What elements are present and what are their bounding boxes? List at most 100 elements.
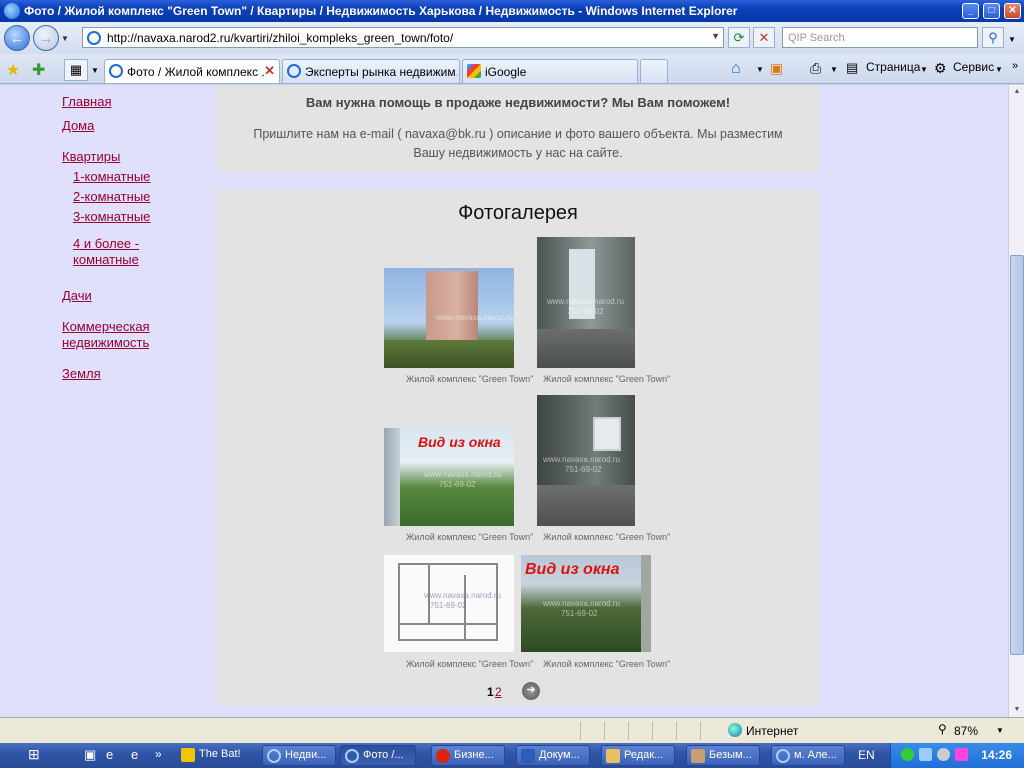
photo-caption: Жилой комплекс "Green Town" xyxy=(406,532,534,542)
quicklaunch-ie-icon[interactable]: e xyxy=(106,747,113,762)
internet-zone-icon xyxy=(728,723,742,737)
ie-icon xyxy=(267,749,281,763)
gallery-photo-5-floor-plan[interactable]: www.navaxa.narod.ru 751-69-02 xyxy=(384,555,514,652)
gallery-photo-1[interactable]: www.navaxa.narod.ru xyxy=(384,268,514,368)
scrollbar-thumb[interactable] xyxy=(1010,255,1024,655)
promo-line-1: Пришлите нам на e-mail ( navaxa@bk.ru ) … xyxy=(253,127,783,141)
sidebar-item-2-room[interactable]: 2-комнатные xyxy=(73,189,150,205)
tab-igoogle[interactable]: iGoogle xyxy=(462,59,638,83)
language-indicator[interactable]: EN xyxy=(858,748,875,762)
history-dropdown-icon[interactable]: ▼ xyxy=(61,34,69,43)
next-page-arrow-icon[interactable]: ➜ xyxy=(522,682,540,700)
promo-heading: Вам нужна помощь в продаже недвижимости?… xyxy=(305,95,731,110)
sidebar-item-3-room[interactable]: 3-комнатные xyxy=(73,209,150,225)
search-icon[interactable]: ⚲ xyxy=(982,27,1004,48)
sidebar-item-houses[interactable]: Дома xyxy=(62,118,94,134)
feeds-icon[interactable]: ▣ xyxy=(770,60,783,77)
promo-line-2: Вашу недвижимость у нас на сайте. xyxy=(413,146,623,160)
scroll-up-icon[interactable]: ▲ xyxy=(1010,85,1024,99)
scroll-down-icon[interactable]: ▼ xyxy=(1010,703,1024,717)
toolbar-overflow-icon[interactable]: » xyxy=(1012,60,1018,72)
tray-flower-icon[interactable] xyxy=(901,748,914,761)
sidebar-item-commercial-cont[interactable]: недвижимость xyxy=(62,335,149,351)
tools-dropdown-icon[interactable]: ▼ xyxy=(995,65,1003,74)
quicklaunch-browser-icon[interactable]: e xyxy=(131,747,138,762)
tools-menu[interactable]: Сервис xyxy=(953,60,994,74)
zoom-level[interactable]: 87% xyxy=(954,724,978,738)
sidebar-item-commercial[interactable]: Коммерческая xyxy=(62,319,150,335)
gallery-photo-2[interactable]: www.navaxa.narod.ru 751-69-02 xyxy=(537,237,635,368)
new-tab-button[interactable] xyxy=(640,59,668,83)
zoom-dropdown-icon[interactable]: ▼ xyxy=(996,726,1004,735)
tab-foto[interactable]: Фото / Жилой комплекс ... ✕ xyxy=(104,59,280,83)
taskbar-item-thebat[interactable]: The Bat! xyxy=(177,745,259,766)
address-dropdown-icon[interactable]: ▼ xyxy=(711,31,720,41)
page-dropdown-icon[interactable]: ▼ xyxy=(920,65,928,74)
watermark: www.navaxa.narod.ru xyxy=(543,599,620,608)
sidebar-item-main[interactable]: Главная xyxy=(62,94,111,110)
address-toolbar: ← → ▼ http://navaxa.narod2.ru/kvartiri/z… xyxy=(0,22,1024,54)
floor-shape xyxy=(537,485,635,526)
page-content: Главная Дома Квартиры 1-комнатные 2-комн… xyxy=(0,85,1008,717)
tray-volume-icon[interactable] xyxy=(955,748,968,761)
home-dropdown-icon[interactable]: ▼ xyxy=(756,65,764,74)
page-menu[interactable]: Страница xyxy=(866,60,920,74)
sidebar-item-apartments[interactable]: Квартиры xyxy=(62,149,120,165)
taskbar-item-foto[interactable]: Фото /... xyxy=(340,745,416,766)
status-divider xyxy=(700,722,701,740)
taskbar-item-label: Редак... xyxy=(624,749,664,761)
taskbar-item-biznes[interactable]: Бизне... xyxy=(431,745,505,766)
address-bar[interactable]: http://navaxa.narod2.ru/kvartiri/zhiloi_… xyxy=(82,27,724,48)
tab-list-icon[interactable]: ▼ xyxy=(91,66,99,75)
quick-tabs-icon[interactable]: ▦ xyxy=(64,59,88,81)
favorites-star-icon[interactable]: ★ xyxy=(6,60,20,80)
promo-box: Вам нужна помощь в продаже недвижимости?… xyxy=(216,85,820,172)
watermark: www.navaxa.narod.ru xyxy=(543,455,620,464)
print-dropdown-icon[interactable]: ▼ xyxy=(830,65,838,74)
search-options-icon[interactable]: ▼ xyxy=(1008,35,1016,44)
quicklaunch-save-icon[interactable]: ▣ xyxy=(84,747,96,763)
sidebar-item-land[interactable]: Земля xyxy=(62,366,101,382)
refresh-icon[interactable]: ⟳ xyxy=(728,27,750,48)
close-window-button[interactable]: ✕ xyxy=(1004,3,1021,19)
add-favorites-icon[interactable]: ✚ xyxy=(32,60,45,80)
editor-icon xyxy=(606,749,620,763)
quicklaunch-more-icon[interactable]: » xyxy=(155,747,162,761)
taskbar-item-label: Фото /... xyxy=(363,749,404,761)
windows-taskbar: ⊞ ▣ e e » The Bat! Недви... Фото /... Би… xyxy=(0,743,1024,768)
page-link-2[interactable]: 2 xyxy=(495,685,502,699)
taskbar-item-redak[interactable]: Редак... xyxy=(601,745,675,766)
home-icon[interactable]: ⌂ xyxy=(731,60,741,78)
photo-gallery: Фотогалерея www.navaxa.narod.ru Жилой ко… xyxy=(216,190,820,705)
sidebar-item-4-plus-room-cont[interactable]: комнатные xyxy=(73,252,139,268)
tray-disk-icon[interactable] xyxy=(937,748,950,761)
url-text[interactable]: http://navaxa.narod2.ru/kvartiri/zhiloi_… xyxy=(107,31,453,45)
watermark-phone: 751-69-02 xyxy=(439,480,476,489)
thebat-icon xyxy=(181,748,195,762)
taskbar-item-ale[interactable]: м. Але... xyxy=(771,745,845,766)
tray-network-icon[interactable] xyxy=(919,748,932,761)
forward-button[interactable]: → xyxy=(33,25,59,51)
print-icon[interactable]: ⎙ xyxy=(810,60,821,77)
taskbar-item-docum[interactable]: Докум... xyxy=(516,745,590,766)
minimize-button[interactable]: _ xyxy=(962,3,979,19)
maximize-button[interactable]: □ xyxy=(983,3,1000,19)
taskbar-item-label: Безым... xyxy=(709,749,752,761)
gallery-photo-6[interactable]: Вид из окна www.navaxa.narod.ru 751-69-0… xyxy=(521,555,651,652)
gallery-photo-3[interactable]: Вид из окна www.navaxa.narod.ru 751-69-0… xyxy=(384,428,514,526)
stop-icon[interactable]: ✕ xyxy=(753,27,775,48)
close-tab-icon[interactable]: ✕ xyxy=(264,63,275,79)
back-button[interactable]: ← xyxy=(4,25,30,51)
floor-shape xyxy=(537,329,635,368)
sidebar-item-4-plus-room[interactable]: 4 и более - xyxy=(73,236,139,252)
sidebar-item-1-room[interactable]: 1-комнатные xyxy=(73,169,150,185)
start-icon[interactable]: ⊞ xyxy=(28,746,40,763)
taskbar-item-bezym[interactable]: Безым... xyxy=(686,745,760,766)
search-input[interactable]: QIP Search xyxy=(782,27,978,48)
tab-experts[interactable]: Эксперты рынка недвижим... xyxy=(282,59,460,83)
sidebar-item-dachas[interactable]: Дачи xyxy=(62,288,92,304)
vertical-scrollbar[interactable]: ▲ ▼ xyxy=(1008,85,1024,717)
taskbar-item-nedv[interactable]: Недви... xyxy=(262,745,336,766)
gallery-photo-4[interactable]: www.navaxa.narod.ru 751-69-02 xyxy=(537,395,635,526)
frame-shape xyxy=(641,555,651,652)
